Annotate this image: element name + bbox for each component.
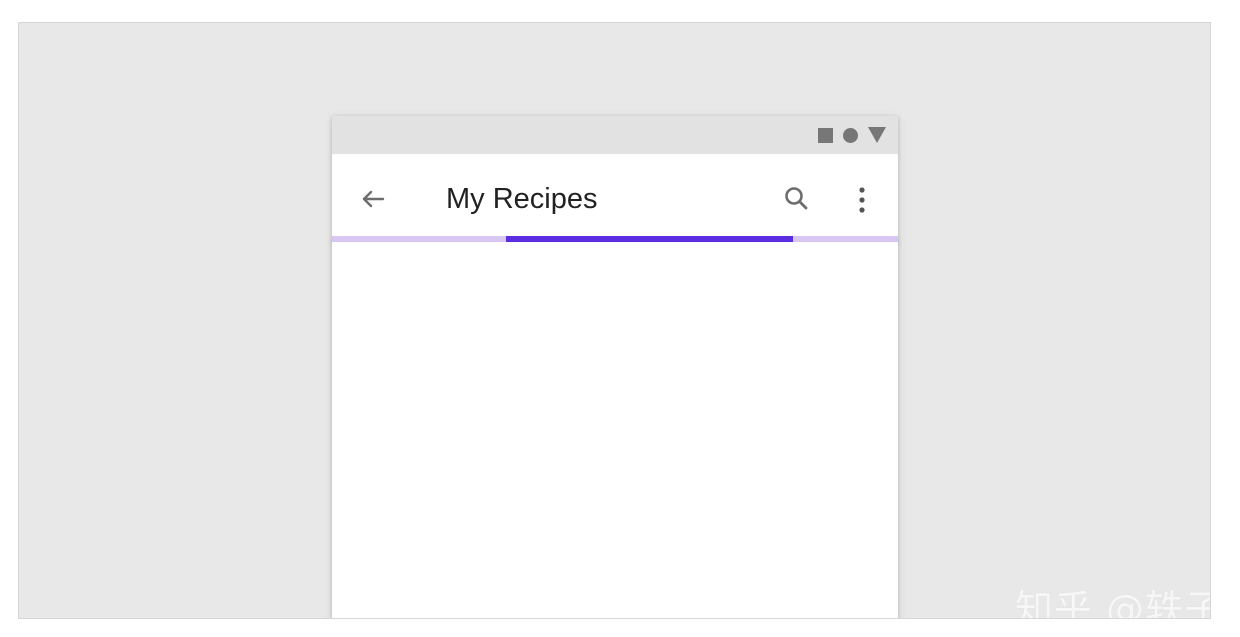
more-options-button[interactable] (848, 181, 876, 219)
search-button[interactable] (778, 180, 816, 218)
more-vert-icon (859, 187, 865, 213)
phone-mockup: My Recipes (332, 116, 898, 618)
triangle-icon (868, 127, 886, 143)
status-icons (818, 126, 886, 144)
content-area (332, 242, 898, 618)
search-icon (785, 187, 808, 210)
top-app-bar: My Recipes (332, 154, 898, 236)
circle-icon (843, 127, 858, 143)
square-icon (818, 127, 833, 143)
page-title: My Recipes (446, 183, 598, 215)
canvas-frame: My Recipes 知乎 @轶子 (18, 22, 1211, 619)
arrow-left-icon (362, 190, 385, 208)
status-bar (332, 116, 898, 154)
watermark-text: 知乎 @轶子 (1015, 587, 1211, 619)
back-button[interactable] (356, 182, 390, 216)
